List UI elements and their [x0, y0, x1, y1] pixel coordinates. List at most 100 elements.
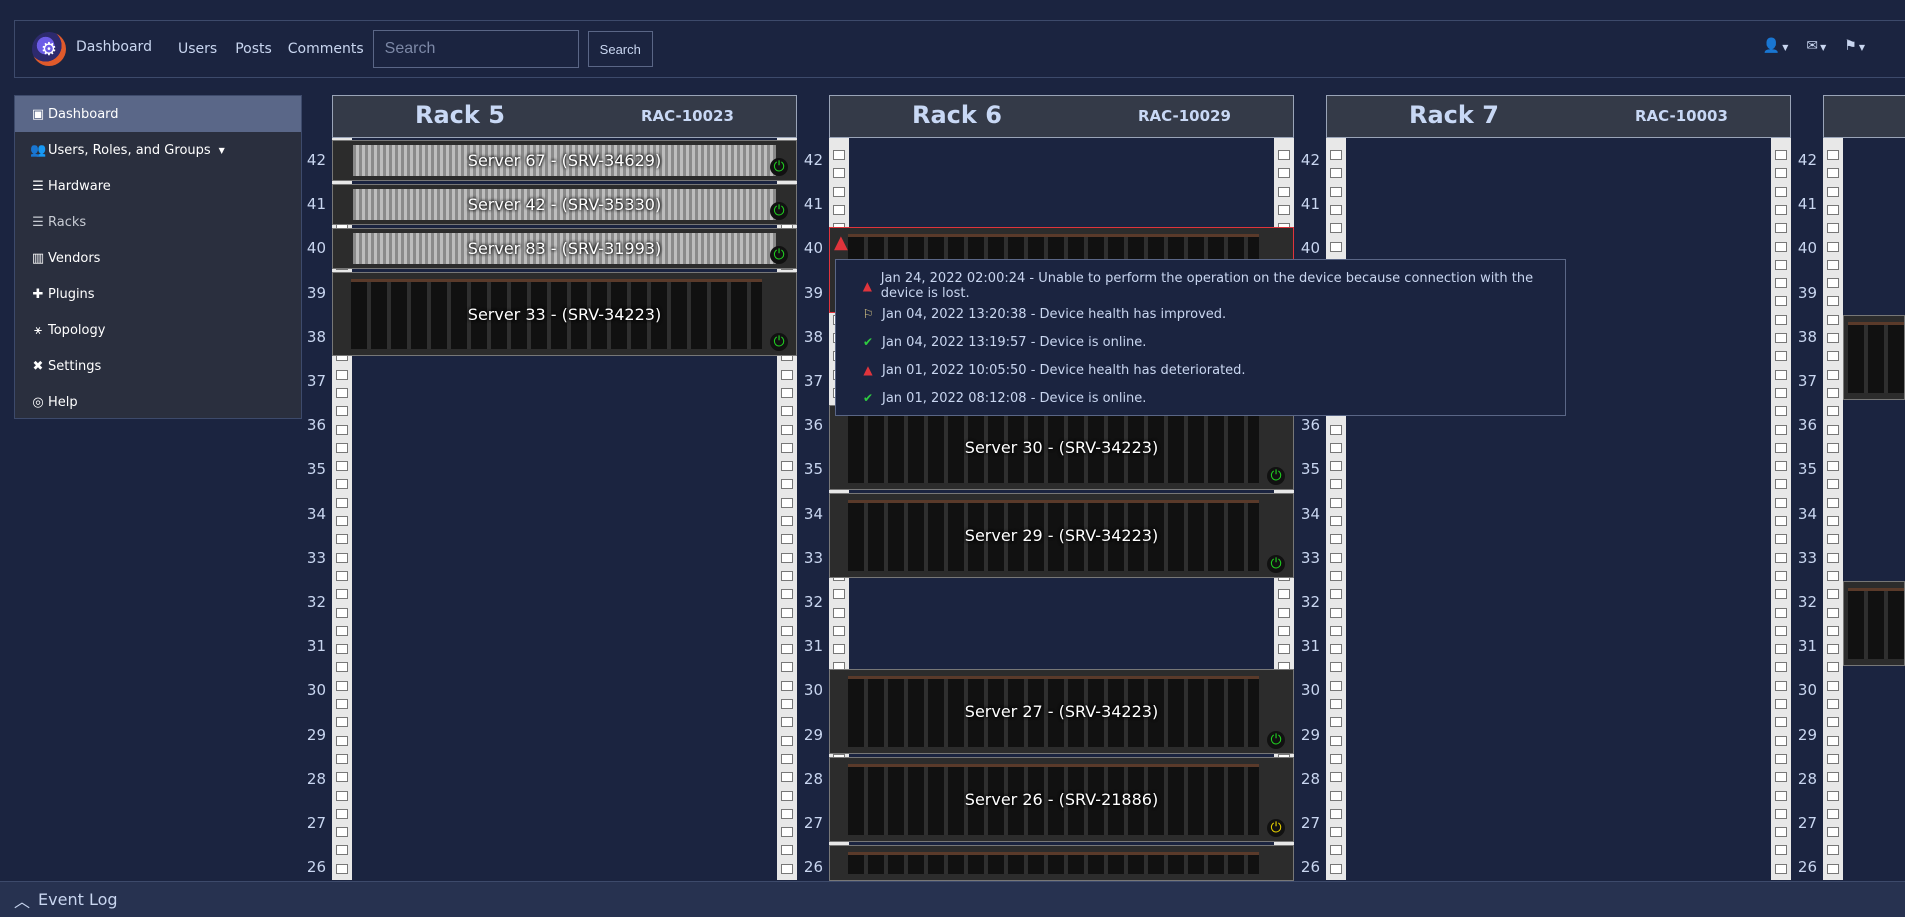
- dashboard-icon: ▣: [31, 106, 45, 122]
- rail-hole: [336, 662, 348, 673]
- rail-hole: [336, 570, 348, 581]
- tooltip-event-row: ▲ Jan 01, 2022 10:05:50 - Device health …: [836, 356, 1565, 384]
- rail-hole: [1827, 699, 1839, 709]
- rail-hole: [1775, 772, 1787, 783]
- sidebar-item-users-roles-groups[interactable]: 👥 Users, Roles, and Groups ▼: [15, 132, 301, 168]
- rack-code: RAC-10029: [1138, 107, 1231, 125]
- user-menu-icon[interactable]: 👤 ▼: [1763, 38, 1789, 54]
- power-on-icon: ⏻: [770, 333, 788, 351]
- rack-unit-number: 39: [803, 283, 823, 302]
- rack-unit-number: 35: [1797, 460, 1817, 479]
- nav-users-link[interactable]: Users: [178, 41, 217, 57]
- users-icon: 👥: [30, 142, 47, 158]
- server-42[interactable]: Server 42 - (SRV-35330) ⏻: [332, 184, 797, 225]
- rail-hole: [1775, 314, 1787, 325]
- rack-unit-number: 28: [803, 769, 823, 788]
- server-33[interactable]: Server 33 - (SRV-34223) ⏻: [332, 272, 797, 356]
- flag-menu-icon[interactable]: ⚑ ▼: [1844, 38, 1865, 54]
- rail-hole: [336, 607, 348, 618]
- rail-hole: [1330, 442, 1342, 453]
- rail-hole: [1330, 241, 1342, 252]
- server-label: Server 27 - (SRV-34223): [964, 702, 1159, 721]
- rail-hole: [1330, 808, 1342, 819]
- rail-hole: [336, 863, 348, 874]
- rail-hole: [781, 717, 793, 728]
- server-83[interactable]: Server 83 - (SRV-31993) ⏻: [332, 228, 797, 269]
- rail-hole: [1775, 259, 1787, 270]
- server-30[interactable]: Server 30 - (SRV-34223) ⏻: [829, 405, 1294, 490]
- nav-posts-link[interactable]: Posts: [235, 41, 272, 57]
- rail-hole: [1827, 644, 1839, 655]
- event-log-bar[interactable]: ︿ Event Log: [0, 881, 1905, 917]
- rail-hole: [1775, 333, 1787, 343]
- rail-hole: [1827, 552, 1839, 563]
- rack-unit-number: 29: [803, 725, 823, 744]
- rail-hole: [336, 717, 348, 728]
- mail-menu-icon[interactable]: ✉ ▼: [1806, 38, 1826, 54]
- sidebar-item-help[interactable]: ◎ Help: [15, 384, 301, 420]
- search-button[interactable]: Search: [587, 31, 653, 67]
- rail-hole: [1827, 497, 1839, 508]
- rail-hole: [781, 406, 793, 417]
- rack-unit-number: 41: [306, 195, 326, 214]
- rail-hole: [1330, 607, 1342, 618]
- sidebar-item-topology[interactable]: ⚹ Topology: [15, 312, 301, 348]
- rack-unit-number: 39: [1797, 283, 1817, 302]
- rail-hole: [781, 753, 793, 764]
- hardware-icon: ☰: [32, 178, 44, 194]
- server-67[interactable]: Server 67 - (SRV-34629) ⏻: [332, 140, 797, 181]
- rack-header: Rack 7 RAC-10003: [1326, 95, 1791, 138]
- warning-icon: ▲: [834, 232, 848, 253]
- rail-hole: [781, 516, 793, 526]
- rack-unit-number: 38: [803, 327, 823, 346]
- chevron-up-icon[interactable]: ︿: [14, 888, 30, 912]
- rail-hole: [1775, 204, 1787, 215]
- rail-hole: [1827, 753, 1839, 764]
- rack-unit-number: 27: [803, 814, 823, 832]
- rail-hole: [781, 699, 793, 709]
- rack-name: Rack 7: [1409, 101, 1499, 129]
- app-logo-icon[interactable]: ⚙: [32, 32, 66, 66]
- server-partial[interactable]: [1843, 315, 1905, 400]
- rail-hole: [336, 644, 348, 655]
- rail-hole: [833, 589, 845, 600]
- rail-hole: [336, 461, 348, 472]
- sidebar-item-plugins[interactable]: ✚ Plugins: [15, 276, 301, 312]
- rail-hole: [336, 479, 348, 490]
- rack-7: Rack 7 RAC-10003: [1326, 95, 1791, 880]
- server-partial[interactable]: [1843, 581, 1905, 666]
- racks-icon: ☰: [32, 214, 44, 230]
- sidebar-item-dashboard[interactable]: ▣ Dashboard: [15, 96, 301, 132]
- server-partial[interactable]: [829, 845, 1294, 881]
- rack-rail-right: [1771, 138, 1791, 880]
- rail-hole: [833, 607, 845, 618]
- server-29[interactable]: Server 29 - (SRV-34223) ⏻: [829, 493, 1294, 578]
- rail-hole: [833, 204, 845, 215]
- rack-unit-number: 40: [803, 239, 823, 258]
- rail-hole: [1827, 442, 1839, 453]
- rack-unit-number: 33: [803, 548, 823, 567]
- event-log-label[interactable]: Event Log: [38, 890, 118, 909]
- rail-hole: [833, 644, 845, 655]
- nav-comments-link[interactable]: Comments: [288, 41, 364, 57]
- nav-dashboard-link[interactable]: Dashboard: [76, 39, 152, 55]
- sidebar-item-label: Settings: [48, 358, 102, 374]
- rack-unit-number: 28: [1300, 769, 1320, 788]
- sidebar-item-label: Vendors: [48, 250, 101, 266]
- sidebar-item-racks[interactable]: ☰ Racks: [15, 204, 301, 240]
- rail-hole: [336, 589, 348, 600]
- rail-hole: [1775, 680, 1787, 691]
- plugins-icon: ✚: [32, 286, 44, 302]
- rail-hole: [1278, 186, 1290, 197]
- search-input[interactable]: [372, 30, 579, 68]
- sidebar-item-settings[interactable]: ✖ Settings: [15, 348, 301, 384]
- server-27[interactable]: Server 27 - (SRV-34223) ⏻: [829, 669, 1294, 754]
- rail-hole: [1827, 186, 1839, 197]
- rail-hole: [781, 479, 793, 490]
- topology-icon: ⚹: [34, 322, 42, 338]
- sidebar-item-vendors[interactable]: ▥ Vendors: [15, 240, 301, 276]
- rack-rail-left: [1823, 138, 1843, 880]
- server-26[interactable]: Server 26 - (SRV-21886) ⏻: [829, 757, 1294, 842]
- sidebar-item-hardware[interactable]: ☰ Hardware: [15, 168, 301, 204]
- rail-hole: [336, 808, 348, 819]
